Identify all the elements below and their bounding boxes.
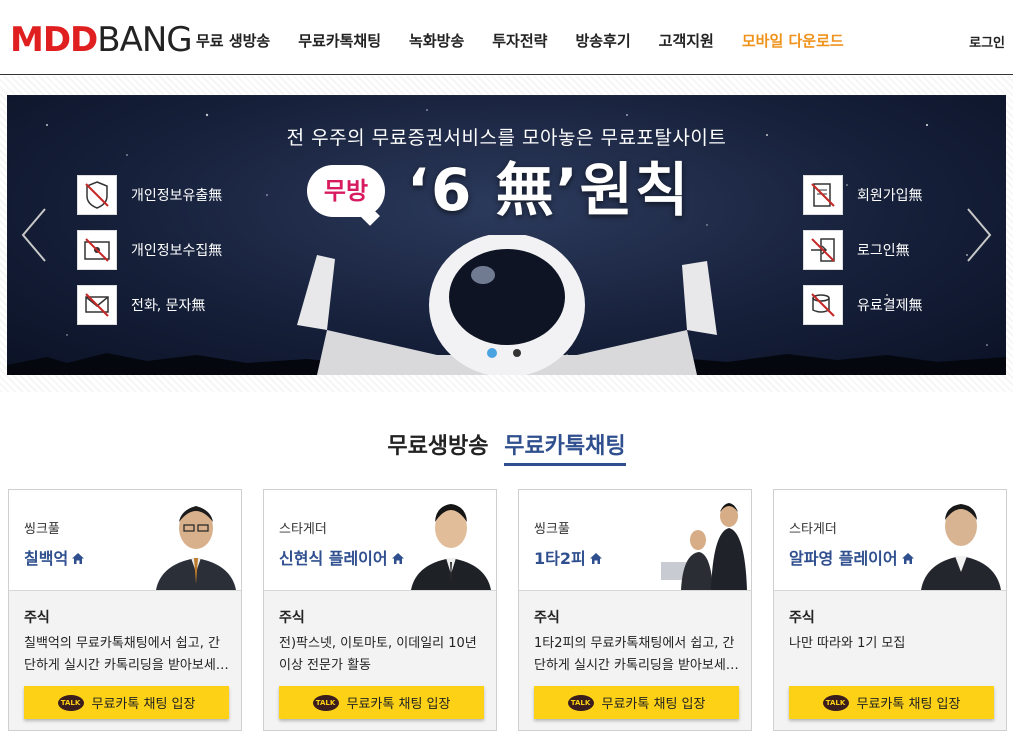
- feature-label: 개인정보수집無: [131, 243, 223, 259]
- expert-card: 스타게더 신현식 플레이어 주식 전)팍스넷, 이토마토, 이데일리 10년이상…: [263, 489, 497, 731]
- coin-stack-icon: [803, 285, 843, 325]
- banner-area: 전 우주의 무료증권서비스를 모아놓은 무료포탈사이트 무방 ‘6 無’원칙 개…: [0, 76, 1013, 392]
- kakao-talk-icon: TALK: [57, 694, 84, 711]
- signup-form-icon: [803, 175, 843, 215]
- feature-no-info-collect: 개인정보수집無: [77, 230, 222, 270]
- folder-user-icon: [77, 230, 117, 270]
- card-kind: 주식: [24, 610, 50, 626]
- nav-item-kakao-chat[interactable]: 무료카톡채팅: [298, 30, 381, 51]
- home-icon: [901, 553, 914, 564]
- feature-label: 유료결제無: [857, 298, 923, 314]
- button-label: 무료카톡 채팅 입장: [601, 697, 706, 712]
- card-expert-name[interactable]: 칠백억: [24, 545, 85, 569]
- card-description: 칠백억의 무료카톡채팅에서 쉽고, 간단하게 실시간 카톡리딩을 받아보세…: [24, 636, 229, 673]
- card-category: 씽크풀: [534, 522, 570, 537]
- feature-no-info-leak: 개인정보유출無: [77, 175, 222, 215]
- feature-no-paid: 유료결제無: [803, 285, 923, 325]
- site-logo[interactable]: MDD BANG: [10, 20, 193, 60]
- home-icon: [391, 553, 404, 564]
- card-kind: 주식: [534, 610, 560, 626]
- nav-item-strategy[interactable]: 투자전략: [492, 30, 547, 51]
- feature-no-signup: 회원가입無: [803, 175, 923, 215]
- nav-item-recorded[interactable]: 녹화방송: [409, 30, 464, 51]
- banner-headline: ‘6 無’원칙: [407, 156, 691, 224]
- card-expert-name[interactable]: 신현식 플레이어: [279, 545, 405, 569]
- card-description: 전)팍스넷, 이토마토, 이데일리 10년이상 전문가 활동: [279, 636, 477, 673]
- expert-photo: [411, 504, 491, 590]
- site-header: MDD BANG 무료 생방송 무료카톡채팅 녹화방송 투자전략 방송후기 고객지…: [0, 0, 1013, 75]
- expert-photo: [921, 504, 1001, 590]
- expert-name-text: 1타2피: [534, 549, 586, 568]
- card-header: 씽크풀 칠백억: [9, 490, 241, 591]
- card-category: 스타게더: [789, 522, 837, 537]
- card-body: 주식 칠백억의 무료카톡채팅에서 쉽고, 간단하게 실시간 카톡리딩을 받아보세…: [9, 591, 241, 730]
- logo-bang: BANG: [97, 20, 192, 60]
- feature-label: 로그인無: [857, 243, 910, 259]
- astronaut-illustration: [297, 235, 717, 375]
- login-door-icon: [803, 230, 843, 270]
- envelope-phone-icon: [77, 285, 117, 325]
- expert-card: 씽크풀 칠백억 주식 칠백억의 무료카톡채팅에서 쉽고, 간단하게 실시간 카톡…: [8, 489, 242, 731]
- section-title-kakao[interactable]: 무료카톡채팅: [504, 434, 626, 466]
- home-icon: [589, 553, 602, 564]
- button-label: 무료카톡 채팅 입장: [91, 697, 196, 712]
- banner-next-arrow-icon[interactable]: [964, 207, 994, 263]
- home-icon: [72, 553, 85, 564]
- logo-mdd: MDD: [10, 20, 98, 60]
- nav-item-mobile-download[interactable]: 모바일 다운로드: [742, 30, 844, 51]
- expert-photo: [156, 506, 236, 590]
- kakao-chat-enter-button[interactable]: TALK 무료카톡 채팅 입장: [279, 686, 484, 719]
- kakao-chat-enter-button[interactable]: TALK 무료카톡 채팅 입장: [534, 686, 739, 719]
- banner-prev-arrow-icon[interactable]: [19, 207, 49, 263]
- button-label: 무료카톡 채팅 입장: [346, 697, 451, 712]
- card-body: 주식 전)팍스넷, 이토마토, 이데일리 10년이상 전문가 활동 TALK 무…: [264, 591, 496, 730]
- card-expert-name[interactable]: 1타2피: [534, 545, 603, 569]
- kakao-talk-icon: TALK: [567, 694, 594, 711]
- main-nav: 무료 생방송 무료카톡채팅 녹화방송 투자전략 방송후기 고객지원 모바일 다운…: [196, 30, 872, 51]
- kakao-talk-icon: TALK: [822, 694, 849, 711]
- card-kind: 주식: [789, 610, 815, 626]
- speech-bubble: 무방: [307, 165, 385, 217]
- shield-lock-icon: [77, 175, 117, 215]
- card-header: 씽크풀 1타2피: [519, 490, 751, 591]
- expert-name-text: 칠백억: [24, 549, 69, 568]
- card-description: 1타2피의 무료카톡채팅에서 쉽고, 간단하게 실시간 카톡리딩을 받아보세…: [534, 636, 739, 673]
- card-kind: 주식: [279, 610, 305, 626]
- kakao-talk-icon: TALK: [312, 694, 339, 711]
- nav-item-live[interactable]: 무료 생방송: [196, 30, 270, 51]
- feature-label: 개인정보유출無: [131, 188, 223, 204]
- expert-name-text: 알파영 플레이어: [789, 549, 898, 568]
- card-category: 스타게더: [279, 522, 327, 537]
- card-body: 주식 1타2피의 무료카톡채팅에서 쉽고, 간단하게 실시간 카톡리딩을 받아보…: [519, 591, 751, 730]
- login-link[interactable]: 로그인: [969, 32, 1005, 51]
- card-category: 씽크풀: [24, 522, 60, 537]
- feature-no-call-sms: 전화, 문자無: [77, 285, 205, 325]
- kakao-chat-enter-button[interactable]: TALK 무료카톡 채팅 입장: [24, 686, 229, 719]
- expert-card: 스타게더 알파영 플레이어 주식 나만 따라와 1기 모집 TALK 무료카톡 …: [773, 489, 1007, 731]
- expert-card-list: 씽크풀 칠백억 주식 칠백억의 무료카톡채팅에서 쉽고, 간단하게 실시간 카톡…: [8, 489, 1007, 731]
- feature-label: 회원가입無: [857, 188, 923, 204]
- card-description: 나만 따라와 1기 모집: [789, 636, 906, 651]
- nav-item-support[interactable]: 고객지원: [659, 30, 714, 51]
- card-header: 스타게더 알파영 플레이어: [774, 490, 1006, 591]
- feature-label: 전화, 문자無: [131, 298, 206, 314]
- section-title: 무료생방송 무료카톡채팅: [0, 428, 1013, 466]
- section-title-live[interactable]: 무료생방송: [387, 434, 488, 459]
- feature-no-login: 로그인無: [803, 230, 910, 270]
- button-label: 무료카톡 채팅 입장: [856, 697, 961, 712]
- kakao-chat-enter-button[interactable]: TALK 무료카톡 채팅 입장: [789, 686, 994, 719]
- hero-banner[interactable]: 전 우주의 무료증권서비스를 모아놓은 무료포탈사이트 무방 ‘6 無’원칙 개…: [7, 95, 1006, 375]
- expert-card: 씽크풀 1타2피 주식 1타2피의 무료카톡채팅에서 쉽고, 간단하게 실시간 …: [518, 489, 752, 731]
- expert-photo: [661, 503, 747, 590]
- expert-name-text: 신현식 플레이어: [279, 549, 388, 568]
- card-expert-name[interactable]: 알파영 플레이어: [789, 545, 915, 569]
- card-header: 스타게더 신현식 플레이어: [264, 490, 496, 591]
- card-body: 주식 나만 따라와 1기 모집 TALK 무료카톡 채팅 입장: [774, 591, 1006, 730]
- nav-item-reviews[interactable]: 방송후기: [575, 30, 630, 51]
